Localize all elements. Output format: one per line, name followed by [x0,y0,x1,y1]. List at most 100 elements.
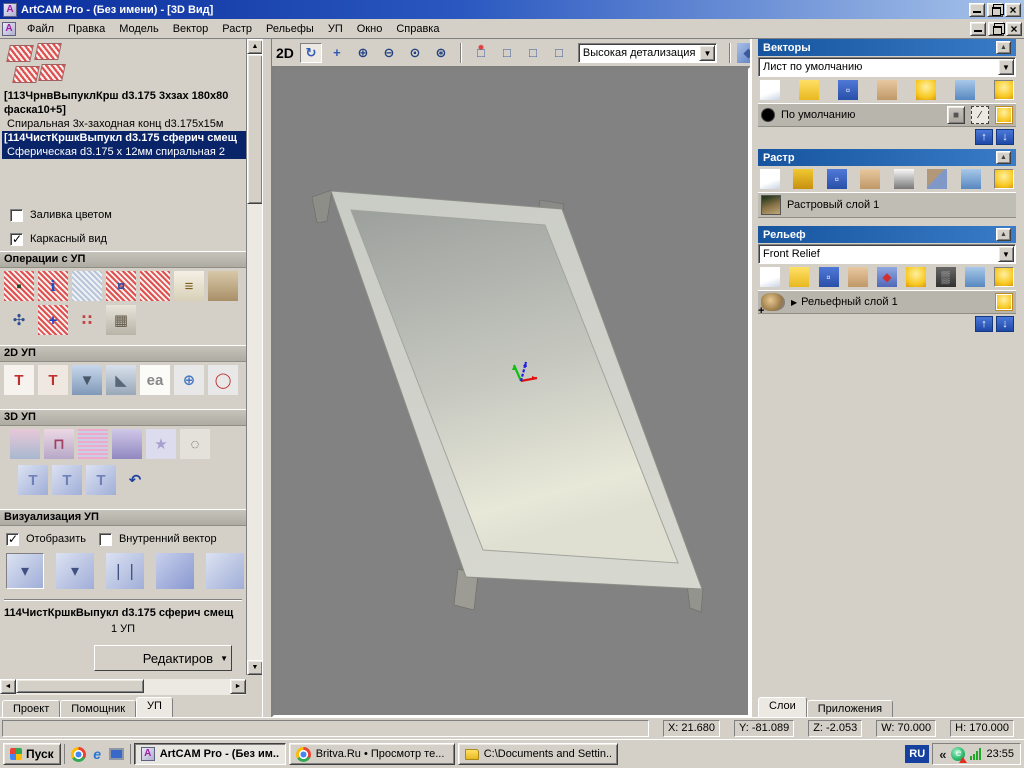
panel-splitter[interactable] [262,39,272,717]
menu-vector[interactable]: Вектор [166,21,216,37]
open-folder-icon[interactable] [799,80,819,100]
bulb-icon[interactable] [906,267,926,287]
gradient-fill-icon[interactable] [894,169,914,189]
child-minimize-button[interactable] [970,22,986,36]
move-layer-up-icon[interactable]: ↑ [975,129,993,145]
scroll-right-icon[interactable] [230,679,246,694]
menu-edit[interactable]: Правка [61,21,112,37]
dropdown-arrow-icon[interactable] [998,246,1014,262]
rest-machining-3d-icon[interactable] [112,429,142,459]
inlay-icon[interactable]: ◯ [208,365,238,395]
list-item[interactable]: Спиральная 3х-заходная конц d3.175x15м [2,117,246,131]
tab-assistant[interactable]: Помощник [60,700,136,717]
new-sheet-icon[interactable] [760,80,780,100]
toolpath-batch-icon[interactable] [140,271,170,301]
save-floppy-icon[interactable]: ▫ [819,267,839,287]
grayscale-stamp-icon[interactable]: ▒ [936,267,956,287]
transform-toolpath-icon[interactable]: ✣ [4,305,34,335]
menu-file[interactable]: Файл [20,21,61,37]
delete-simulation-icon[interactable] [206,553,244,589]
toolpath-icon[interactable] [6,45,34,62]
toolpath-notes-icon[interactable]: ≡ [174,271,204,301]
menu-window[interactable]: Окно [350,21,390,37]
toolpath-icon[interactable] [12,66,40,83]
pan-view-icon[interactable]: + [326,43,348,63]
collapse-icon[interactable] [996,41,1011,54]
toolpath-icon[interactable] [34,43,62,60]
profile-2d-icon[interactable]: T [4,365,34,395]
drill-holes-icon[interactable]: ⊕ [174,365,204,395]
taskbar-item-explorer[interactable]: C:\Documents and Settin... [458,743,618,765]
toolpath-icon[interactable] [38,64,66,81]
machine-relief-icon[interactable] [10,429,40,459]
start-button[interactable]: Пуск [3,743,61,765]
simulate-toolpath-icon[interactable]: ▾ [56,553,94,589]
child-restore-button[interactable] [988,22,1004,36]
reset-block-icon[interactable] [156,553,194,589]
bulb-on-icon[interactable] [994,80,1014,100]
menu-help[interactable]: Справка [389,21,446,37]
wireframe-checkbox[interactable] [10,233,23,246]
scroll-down-icon[interactable] [247,660,263,675]
simulate-toolpath-active-icon[interactable]: ▾ [6,553,44,589]
toolpath-tool-db-icon[interactable] [208,271,238,301]
list-item[interactable]: [113ЧрнвВыпуклКрш d3.175 3хзах 180x80 [2,89,246,103]
fill-color-checkbox[interactable] [10,209,23,222]
cube-wire-3-icon[interactable]: □ [548,43,570,63]
toolpath-save-icon[interactable]: ▪ [4,271,34,301]
collapse-icon[interactable] [996,228,1011,241]
tab-applications[interactable]: Приложения [807,700,893,717]
new-sheet-icon[interactable] [760,169,780,189]
inner-vector-checkbox[interactable] [99,533,112,546]
antivirus-icon[interactable]: e [951,747,965,761]
engrave-plaque-3-icon[interactable]: T [86,465,116,495]
chrome-icon[interactable] [71,747,86,762]
show-desktop-icon[interactable] [109,748,124,760]
move-layer-up-icon[interactable]: ↑ [975,316,993,332]
vcarve-icon[interactable]: ▼ [72,365,102,395]
detail-level-dropdown[interactable]: Высокая детализация [578,43,718,63]
menu-reliefs[interactable]: Рельефы [259,21,321,37]
layer-visibility-bulb-icon[interactable] [995,293,1013,311]
area-clear-2d-icon[interactable]: T [38,365,68,395]
scrollbar-thumb[interactable] [16,679,144,693]
taskbar-item-browser[interactable]: Britva.Ru • Просмотр те... [289,743,455,765]
zoom-out-icon[interactable]: ⊖ [378,43,400,63]
bulb-on-icon[interactable] [994,267,1014,287]
machine-border-icon[interactable]: ★ [146,429,176,459]
menu-toolpaths[interactable]: УП [321,21,350,37]
list-item[interactable]: фаска10+5] [2,103,246,117]
bevel-carve-icon[interactable]: ◣ [106,365,136,395]
collapse-icon[interactable] [996,151,1011,164]
scroll-up-icon[interactable] [247,39,263,54]
toolpath-template-icon[interactable]: ▦ [106,305,136,335]
relief-layer-row[interactable]: Рельефный слой 1 [758,290,1016,314]
2d-view-button[interactable]: 2D [276,45,294,61]
bulb-on-icon[interactable] [994,169,1014,189]
feature-machining-icon[interactable]: ⊓ [44,429,74,459]
image-to-layer-icon[interactable] [927,169,947,189]
horizontal-scrollbar[interactable] [0,679,246,695]
tray-expand-icon[interactable]: « [939,747,946,762]
undo-machining-icon[interactable]: ↶ [120,465,150,495]
list-item-selected[interactable]: [114ЧистКршкВыпукл d3.175 сферич смещ [2,131,246,145]
rotate-view-icon[interactable]: ↻ [300,43,322,63]
layer-color-swatch[interactable] [761,108,775,122]
taskbar-item-artcam[interactable]: A ArtCAM Pro - (Без им... [134,743,286,765]
save-floppy-icon[interactable]: ▫ [838,80,858,100]
bulb-icon[interactable] [916,80,936,100]
scroll-left-icon[interactable] [0,679,16,694]
tab-layers[interactable]: Слои [758,697,807,717]
layer-visibility-bulb-icon[interactable] [995,106,1013,124]
copy-toolpath-add-icon[interactable]: + [38,305,68,335]
language-indicator[interactable]: RU [905,745,929,763]
relief-dropdown[interactable]: Front Relief [758,244,1016,264]
vector-sheet-dropdown[interactable]: Лист по умолчанию [758,57,1016,77]
tab-project[interactable]: Проект [2,700,60,717]
open-folder-icon[interactable] [789,267,809,287]
trash-icon[interactable] [961,169,981,189]
close-button[interactable] [1005,3,1021,17]
menu-raster[interactable]: Растр [215,21,259,37]
move-layer-down-icon[interactable]: ↓ [996,129,1014,145]
zoom-extents-icon[interactable]: ⊛ [430,43,452,63]
